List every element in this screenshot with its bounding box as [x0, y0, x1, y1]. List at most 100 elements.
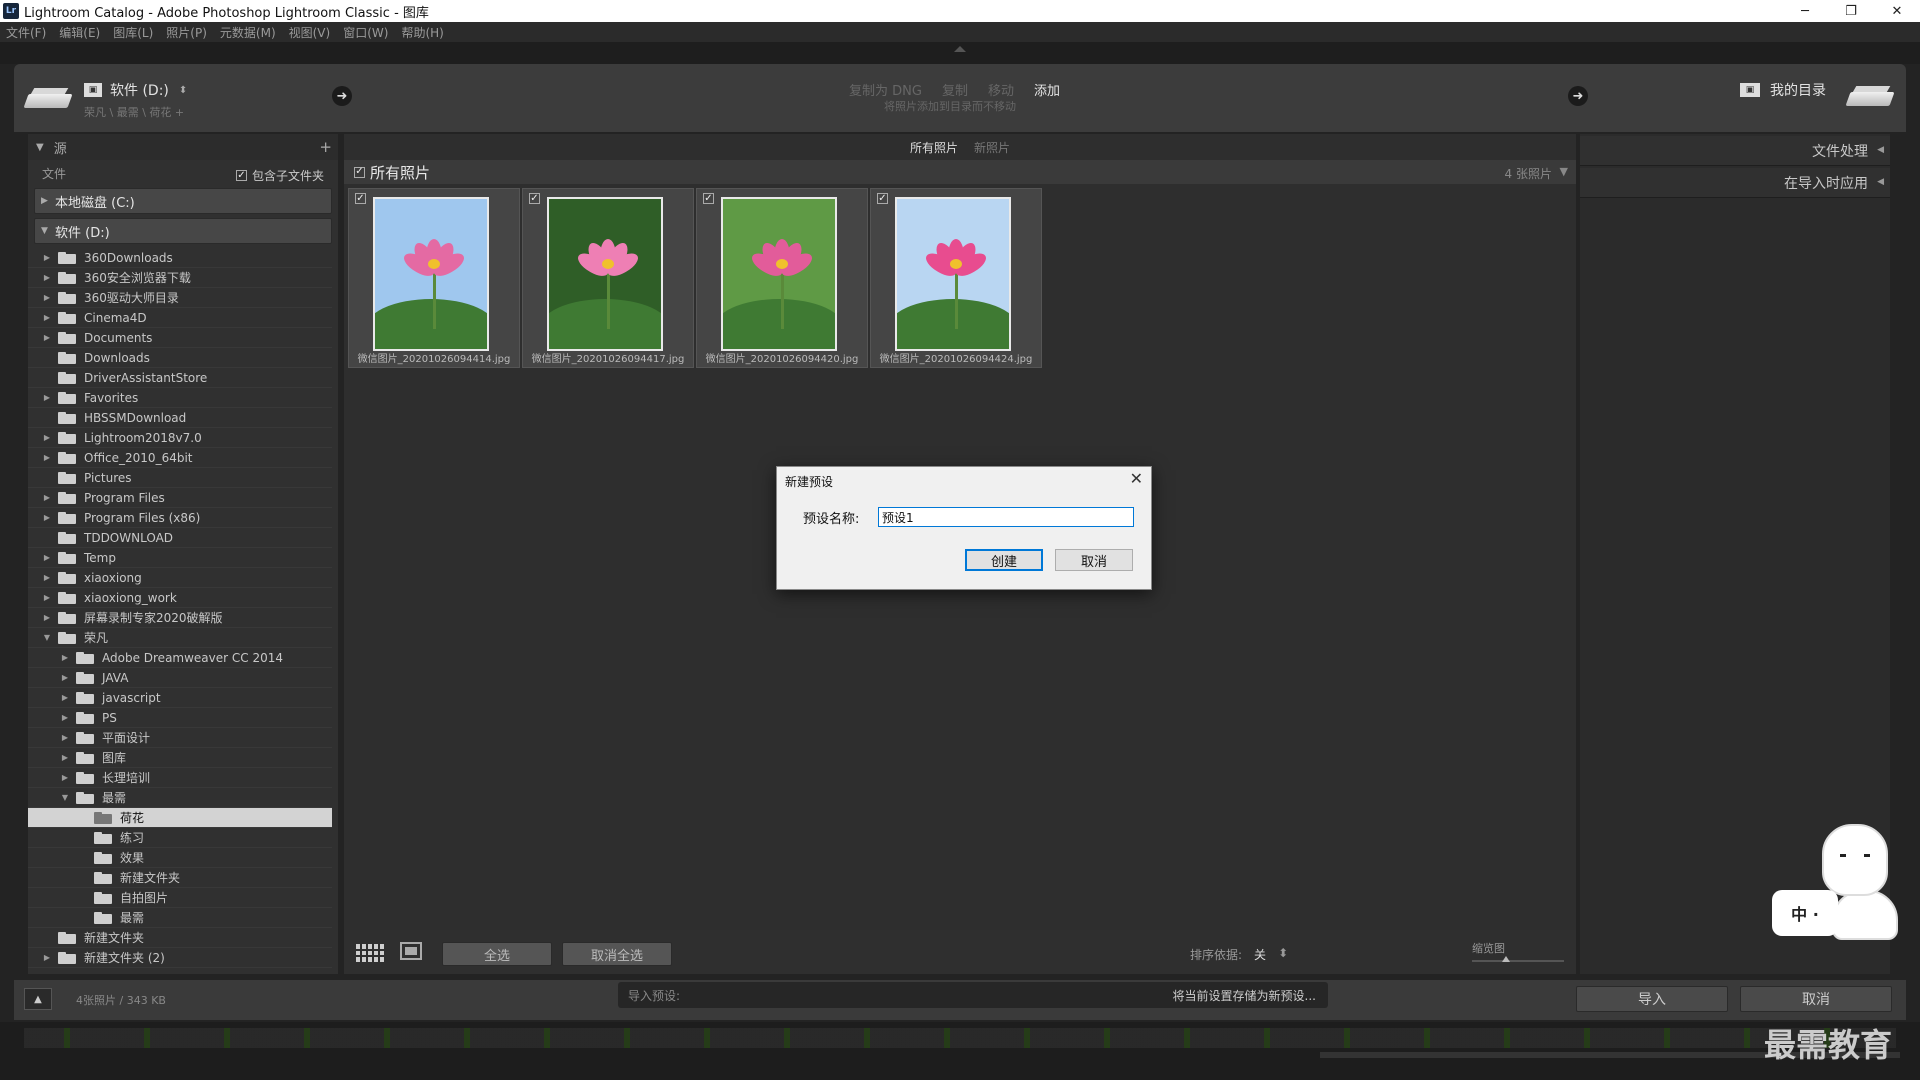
triangle-right-icon[interactable]: ▶ [42, 553, 52, 562]
select-all-button[interactable]: 全选 [442, 942, 552, 966]
triangle-right-icon[interactable]: ▶ [42, 333, 52, 342]
filmstrip-thumbnails[interactable] [24, 1028, 1896, 1048]
loupe-view-icon[interactable] [400, 942, 422, 960]
import-button[interactable]: 导入 [1576, 986, 1728, 1012]
photo-checkbox[interactable]: ✓ [529, 193, 540, 204]
triangle-right-icon[interactable]: ▶ [42, 293, 52, 302]
cancel-import-button[interactable]: 取消 [1740, 986, 1892, 1012]
menu-photo[interactable]: 照片(P) [166, 24, 207, 41]
top-panel-toggle[interactable] [0, 42, 1920, 64]
import-preset[interactable]: 导入预设: 将当前设置存储为新预设... [618, 982, 1328, 1008]
arrow-right-icon[interactable]: ➜ [1568, 86, 1588, 106]
folder-item[interactable]: HBSSMDownload [28, 408, 332, 428]
tab-new-photos[interactable]: 新照片 [974, 139, 1010, 156]
folder-item[interactable]: ▶ 360驱动大师目录 [28, 288, 332, 308]
menu-library[interactable]: 图库(L) [113, 24, 153, 41]
menu-file[interactable]: 文件(F) [6, 24, 46, 41]
source-panel-header[interactable]: ▼ 源 + [28, 134, 338, 160]
folder-item[interactable]: ▶ javascript [28, 688, 332, 708]
photo-cell[interactable]: ✓ 微信图片_20201026094414.jpg [348, 188, 520, 368]
triangle-right-icon[interactable]: ▶ [42, 513, 52, 522]
photo-cell[interactable]: ✓ 微信图片_20201026094424.jpg [870, 188, 1042, 368]
source-selector[interactable]: ▣ 软件 (D:) ⬍ [84, 80, 187, 100]
dropdown-icon[interactable]: ▼ [1560, 165, 1568, 178]
volume-d[interactable]: ▼ 软件 (D:) [34, 218, 332, 244]
folder-item[interactable]: 效果 [28, 848, 332, 868]
folder-item[interactable]: ▶ Lightroom2018v7.0 [28, 428, 332, 448]
mode-move[interactable]: 移动 [988, 80, 1014, 99]
mode-add[interactable]: 添加 [1034, 80, 1060, 99]
deselect-all-button[interactable]: 取消全选 [562, 942, 672, 966]
create-button[interactable]: 创建 [965, 549, 1043, 571]
mode-copy-dng[interactable]: 复制为 DNG [849, 80, 922, 99]
triangle-right-icon[interactable]: ▶ [60, 653, 70, 662]
folder-item[interactable]: 新建文件夹 [28, 868, 332, 888]
menu-view[interactable]: 视图(V) [289, 24, 331, 41]
folder-item[interactable]: ▶ Program Files (x86) [28, 508, 332, 528]
triangle-right-icon[interactable]: ▶ [60, 673, 70, 682]
photo-thumbnail[interactable] [547, 197, 663, 351]
folder-item[interactable]: 自拍图片 [28, 888, 332, 908]
arrow-right-icon[interactable]: ➜ [332, 86, 352, 106]
photo-cell[interactable]: ✓ 微信图片_20201026094417.jpg [522, 188, 694, 368]
folder-item[interactable]: DriverAssistantStore [28, 368, 332, 388]
photo-thumbnail[interactable] [373, 197, 489, 351]
menu-help[interactable]: 帮助(H) [401, 24, 443, 41]
folder-item[interactable]: Pictures [28, 468, 332, 488]
destination-selector[interactable]: ▣ 我的目录 [1740, 80, 1826, 100]
folder-item[interactable]: ▶ 图库 [28, 748, 332, 768]
folder-item[interactable]: ▶ Favorites [28, 388, 332, 408]
menu-metadata[interactable]: 元数据(M) [220, 24, 276, 41]
folder-item[interactable]: ▶ JAVA [28, 668, 332, 688]
volume-c[interactable]: ▶ 本地磁盘 (C:) [34, 188, 332, 214]
triangle-right-icon[interactable]: ▶ [60, 733, 70, 742]
folder-item[interactable]: ▶ 360Downloads [28, 248, 332, 268]
triangle-down-icon[interactable]: ▼ [60, 793, 70, 802]
expand-up-icon[interactable]: ▲ [24, 988, 52, 1010]
folder-item[interactable]: ▶ Cinema4D [28, 308, 332, 328]
folder-item[interactable]: ▶ Office_2010_64bit [28, 448, 332, 468]
folder-item[interactable]: ▼ 最需 [28, 788, 332, 808]
folder-item[interactable]: ▶ 平面设计 [28, 728, 332, 748]
triangle-right-icon[interactable]: ▶ [42, 273, 52, 282]
folder-item[interactable]: 新建文件夹 [28, 928, 332, 948]
photo-checkbox[interactable]: ✓ [703, 193, 714, 204]
thumbnail-slider[interactable] [1472, 960, 1564, 962]
triangle-right-icon[interactable]: ▶ [60, 773, 70, 782]
include-subfolders-checkbox[interactable]: ✓ 包含子文件夹 [235, 167, 324, 184]
triangle-right-icon[interactable]: ▶ [42, 493, 52, 502]
folder-item[interactable]: TDDOWNLOAD [28, 528, 332, 548]
folder-item[interactable]: ▶ Temp [28, 548, 332, 568]
folder-item[interactable]: ▶ 360安全浏览器下载 [28, 268, 332, 288]
slider-handle[interactable] [1502, 956, 1510, 962]
folder-item[interactable]: ▶ Documents [28, 328, 332, 348]
maximize-button[interactable]: ❐ [1828, 0, 1874, 22]
triangle-right-icon[interactable]: ▶ [42, 453, 52, 462]
folder-item[interactable]: 最需 [28, 908, 332, 928]
folder-item[interactable]: ▶ PS [28, 708, 332, 728]
mode-copy[interactable]: 复制 [942, 80, 968, 99]
triangle-right-icon[interactable]: ▶ [42, 253, 52, 262]
folder-item[interactable]: ▼ 荣凡 [28, 628, 332, 648]
triangle-right-icon[interactable]: ▶ [42, 573, 52, 582]
photo-thumbnail[interactable] [895, 197, 1011, 351]
folder-item[interactable]: ▶ xiaoxiong_work [28, 588, 332, 608]
triangle-right-icon[interactable]: ▶ [42, 313, 52, 322]
folder-item[interactable]: Downloads [28, 348, 332, 368]
triangle-right-icon[interactable]: ▶ [42, 613, 52, 622]
menu-window[interactable]: 窗口(W) [343, 24, 388, 41]
triangle-down-icon[interactable]: ▼ [42, 633, 52, 642]
select-all-checkbox[interactable]: ✓ [354, 166, 365, 178]
folder-item[interactable]: ▶ xiaoxiong [28, 568, 332, 588]
menu-edit[interactable]: 编辑(E) [59, 24, 100, 41]
triangle-right-icon[interactable]: ▶ [42, 593, 52, 602]
photo-cell[interactable]: ✓ 微信图片_20201026094420.jpg [696, 188, 868, 368]
photo-checkbox[interactable]: ✓ [355, 193, 366, 204]
close-icon[interactable]: ✕ [1130, 469, 1143, 488]
folder-item[interactable]: ▶ 屏幕录制专家2020破解版 [28, 608, 332, 628]
triangle-right-icon[interactable]: ▶ [60, 693, 70, 702]
photo-thumbnail[interactable] [721, 197, 837, 351]
section-file-handling[interactable]: 文件处理 ◀ [1580, 136, 1890, 166]
folder-item[interactable]: 荷花 [28, 808, 332, 828]
triangle-right-icon[interactable]: ▶ [42, 953, 52, 962]
